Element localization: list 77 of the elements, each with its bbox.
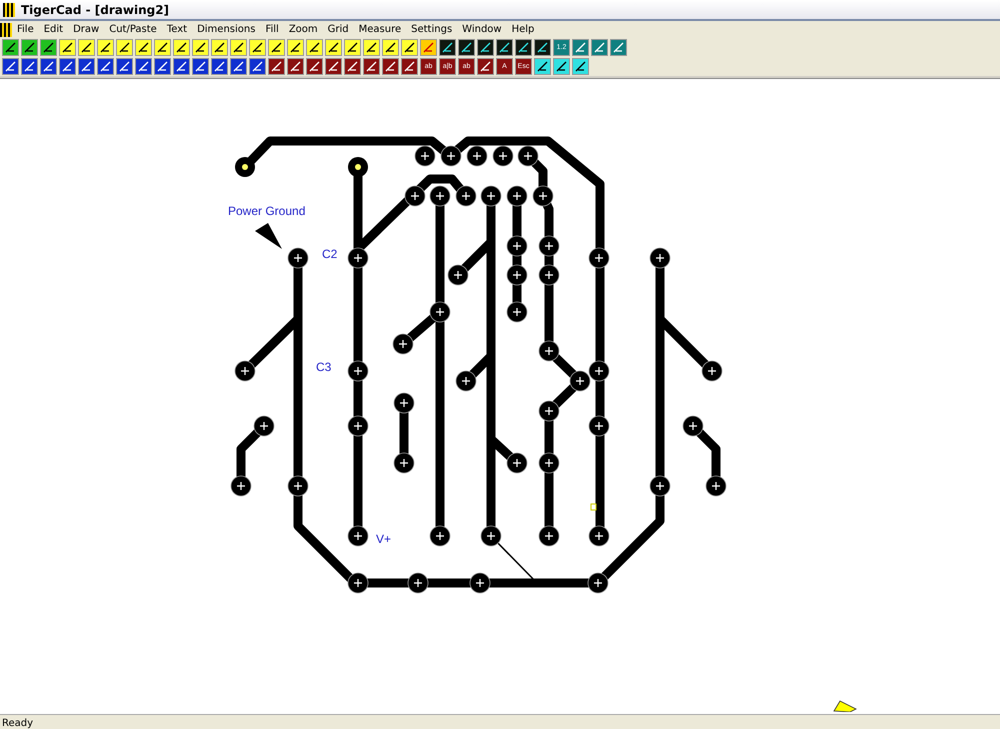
cursor-icon bbox=[833, 700, 857, 712]
tool-icon[interactable] bbox=[2, 58, 19, 75]
tool-icon[interactable] bbox=[21, 39, 38, 56]
tool-icon[interactable] bbox=[287, 39, 304, 56]
tool-icon[interactable] bbox=[135, 39, 152, 56]
component-label: C2 bbox=[322, 247, 338, 261]
tool-icon[interactable] bbox=[173, 39, 190, 56]
tool-icon[interactable] bbox=[230, 58, 247, 75]
menu-item[interactable]: Settings bbox=[406, 24, 458, 35]
menu-item[interactable]: Cut/Paste bbox=[104, 24, 162, 35]
tool-icon[interactable] bbox=[59, 39, 76, 56]
tool-icon[interactable] bbox=[477, 39, 494, 56]
tool-icon[interactable] bbox=[249, 39, 266, 56]
menu-item[interactable]: Help bbox=[506, 24, 540, 35]
component-label: Power Ground bbox=[228, 204, 306, 218]
tool-icon[interactable] bbox=[230, 39, 247, 56]
menu-item[interactable]: Dimensions bbox=[192, 24, 260, 35]
tool-icon[interactable] bbox=[382, 39, 399, 56]
menu-item[interactable]: Draw bbox=[68, 24, 104, 35]
tool-icon[interactable] bbox=[534, 58, 551, 75]
tool-icon[interactable] bbox=[287, 58, 304, 75]
tool-icon[interactable] bbox=[306, 58, 323, 75]
menu-item[interactable]: Measure bbox=[354, 24, 406, 35]
tool-icon[interactable] bbox=[173, 58, 190, 75]
tool-icon[interactable] bbox=[249, 58, 266, 75]
tool-icon[interactable] bbox=[154, 39, 171, 56]
tool-icon[interactable] bbox=[344, 39, 361, 56]
tool-icon[interactable] bbox=[116, 58, 133, 75]
tool-icon[interactable] bbox=[439, 39, 456, 56]
component-label: C3 bbox=[316, 360, 332, 374]
menu-item[interactable]: Text bbox=[162, 24, 192, 35]
tool-icon[interactable] bbox=[154, 58, 171, 75]
menu-item[interactable]: File bbox=[12, 24, 39, 35]
app-logo-icon bbox=[3, 2, 15, 16]
window-title: TigerCad - [drawing2] bbox=[21, 2, 170, 16]
tool-icon[interactable] bbox=[40, 39, 57, 56]
tool-icon[interactable] bbox=[97, 39, 114, 56]
tool-icon[interactable] bbox=[325, 58, 342, 75]
menu-item[interactable]: Window bbox=[457, 24, 507, 35]
tool-icon[interactable] bbox=[211, 39, 228, 56]
tool-icon[interactable] bbox=[306, 39, 323, 56]
menu-item[interactable]: Fill bbox=[260, 24, 284, 35]
tool-icon[interactable] bbox=[458, 39, 475, 56]
tool-icon[interactable] bbox=[496, 39, 513, 56]
app-logo-icon[interactable] bbox=[0, 22, 12, 36]
tool-icon[interactable] bbox=[401, 58, 418, 75]
menu-item[interactable]: Grid bbox=[322, 24, 354, 35]
tool-icon[interactable] bbox=[534, 39, 551, 56]
tool-icon[interactable] bbox=[363, 39, 380, 56]
tool-icon[interactable] bbox=[553, 58, 570, 75]
tool-icon[interactable] bbox=[97, 58, 114, 75]
menu-item[interactable]: Edit bbox=[38, 24, 68, 35]
tool-icon[interactable] bbox=[382, 58, 399, 75]
tool-icon[interactable] bbox=[21, 58, 38, 75]
tool-icon[interactable] bbox=[477, 58, 494, 75]
tool-icon[interactable] bbox=[135, 58, 152, 75]
tool-icon[interactable] bbox=[78, 39, 95, 56]
tool-icon[interactable] bbox=[2, 39, 19, 56]
tool-icon[interactable] bbox=[325, 39, 342, 56]
tool-icon[interactable] bbox=[268, 39, 285, 56]
tool-icon[interactable] bbox=[401, 39, 418, 56]
marker-icon bbox=[590, 504, 596, 510]
status-text: Ready bbox=[2, 718, 34, 728]
tool-icon[interactable] bbox=[363, 58, 380, 75]
tool-icon[interactable] bbox=[515, 39, 532, 56]
tool-icon[interactable] bbox=[344, 58, 361, 75]
tool-icon[interactable] bbox=[78, 58, 95, 75]
tool-icon[interactable] bbox=[211, 58, 228, 75]
tool-icon[interactable] bbox=[116, 39, 133, 56]
tool-icon[interactable] bbox=[268, 58, 285, 75]
tool-icon[interactable] bbox=[192, 39, 209, 56]
tool-icon[interactable] bbox=[40, 58, 57, 75]
tool-icon[interactable] bbox=[572, 58, 589, 75]
menu-item[interactable]: Zoom bbox=[284, 24, 323, 35]
tool-icon[interactable] bbox=[59, 58, 76, 75]
component-label: V+ bbox=[376, 532, 392, 546]
tool-icon[interactable] bbox=[192, 58, 209, 75]
